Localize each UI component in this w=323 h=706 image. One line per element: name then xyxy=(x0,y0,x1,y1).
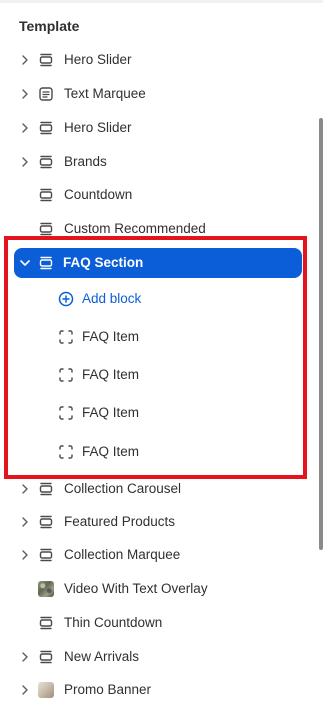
section-row-collection-marquee[interactable]: Collection Marquee xyxy=(0,541,316,569)
block-label: FAQ Item xyxy=(82,405,140,420)
block-icon xyxy=(59,330,73,344)
section-row-brands[interactable]: Brands xyxy=(0,148,316,176)
block-row-faq-item[interactable]: FAQ Item xyxy=(0,438,316,466)
chevron-right-icon[interactable] xyxy=(20,123,30,133)
block-label: FAQ Item xyxy=(82,444,140,459)
scrollbar[interactable] xyxy=(319,118,323,550)
chevron-down-icon[interactable] xyxy=(20,258,30,268)
section-row-text-marquee[interactable]: Text Marquee xyxy=(0,80,316,108)
section-icon xyxy=(39,53,53,67)
section-row-hero-slider[interactable]: Hero Slider xyxy=(0,46,316,74)
section-label: Collection Carousel xyxy=(64,481,182,496)
section-row-thin-countdown[interactable]: Thin Countdown xyxy=(0,609,316,637)
chevron-right-icon[interactable] xyxy=(20,157,30,167)
section-label: Collection Marquee xyxy=(64,547,181,562)
section-label: Countdown xyxy=(64,187,133,202)
section-row-video-with-text-overlay[interactable]: Video With Text Overlay xyxy=(0,575,316,603)
chevron-right-icon[interactable] xyxy=(20,550,30,560)
section-row-countdown[interactable]: Countdown xyxy=(0,181,316,209)
section-icon xyxy=(39,548,53,562)
section-icon xyxy=(39,616,53,630)
section-icon xyxy=(39,188,53,202)
section-row-collection-carousel[interactable]: Collection Carousel xyxy=(0,475,316,503)
section-label: Brands xyxy=(64,154,107,169)
section-icon xyxy=(39,650,53,664)
section-row-custom-recommended[interactable]: Custom Recommended xyxy=(0,215,316,243)
add-block-label: Add block xyxy=(82,291,142,306)
section-icon xyxy=(39,256,53,270)
chevron-right-icon[interactable] xyxy=(20,484,30,494)
template-panel: Template Hero Slider Text Marquee Hero S… xyxy=(0,0,323,706)
block-row-faq-item[interactable]: FAQ Item xyxy=(0,323,316,351)
section-label: Hero Slider xyxy=(64,120,132,135)
block-label: FAQ Item xyxy=(82,367,140,382)
section-icon xyxy=(39,222,53,236)
panel-heading: Template xyxy=(19,18,80,34)
top-divider xyxy=(0,0,323,3)
section-label: Featured Products xyxy=(64,514,176,529)
section-icon xyxy=(39,515,53,529)
block-row-faq-item[interactable]: FAQ Item xyxy=(0,399,316,427)
section-row-promo-banner[interactable]: Promo Banner xyxy=(0,676,316,704)
section-label: Hero Slider xyxy=(64,52,132,67)
section-label: Thin Countdown xyxy=(64,615,163,630)
chevron-right-icon[interactable] xyxy=(20,517,30,527)
chevron-right-icon[interactable] xyxy=(20,685,30,695)
chevron-right-icon[interactable] xyxy=(20,55,30,65)
add-block-button[interactable]: Add block xyxy=(0,285,316,313)
image-thumbnail xyxy=(38,682,54,698)
section-label: Custom Recommended xyxy=(64,221,206,236)
block-icon xyxy=(59,368,73,382)
block-label: FAQ Item xyxy=(82,329,140,344)
block-icon xyxy=(59,406,73,420)
video-thumbnail xyxy=(38,581,54,597)
section-row-hero-slider-2[interactable]: Hero Slider xyxy=(0,114,316,142)
chevron-right-icon[interactable] xyxy=(20,89,30,99)
block-row-faq-item[interactable]: FAQ Item xyxy=(0,361,316,389)
text-section-icon xyxy=(39,87,53,101)
section-label: Text Marquee xyxy=(64,86,146,101)
section-row-featured-products[interactable]: Featured Products xyxy=(0,508,316,536)
section-row-faq-section[interactable]: FAQ Section xyxy=(14,248,302,278)
section-icon xyxy=(39,121,53,135)
block-icon xyxy=(59,445,73,459)
section-icon xyxy=(39,482,53,496)
section-label: Video With Text Overlay xyxy=(64,581,208,596)
section-row-new-arrivals[interactable]: New Arrivals xyxy=(0,643,316,671)
chevron-right-icon[interactable] xyxy=(20,652,30,662)
section-icon xyxy=(39,155,53,169)
plus-circle-icon xyxy=(58,291,74,307)
section-label: New Arrivals xyxy=(64,649,140,664)
section-label: FAQ Section xyxy=(63,255,144,270)
section-label: Promo Banner xyxy=(64,682,152,697)
